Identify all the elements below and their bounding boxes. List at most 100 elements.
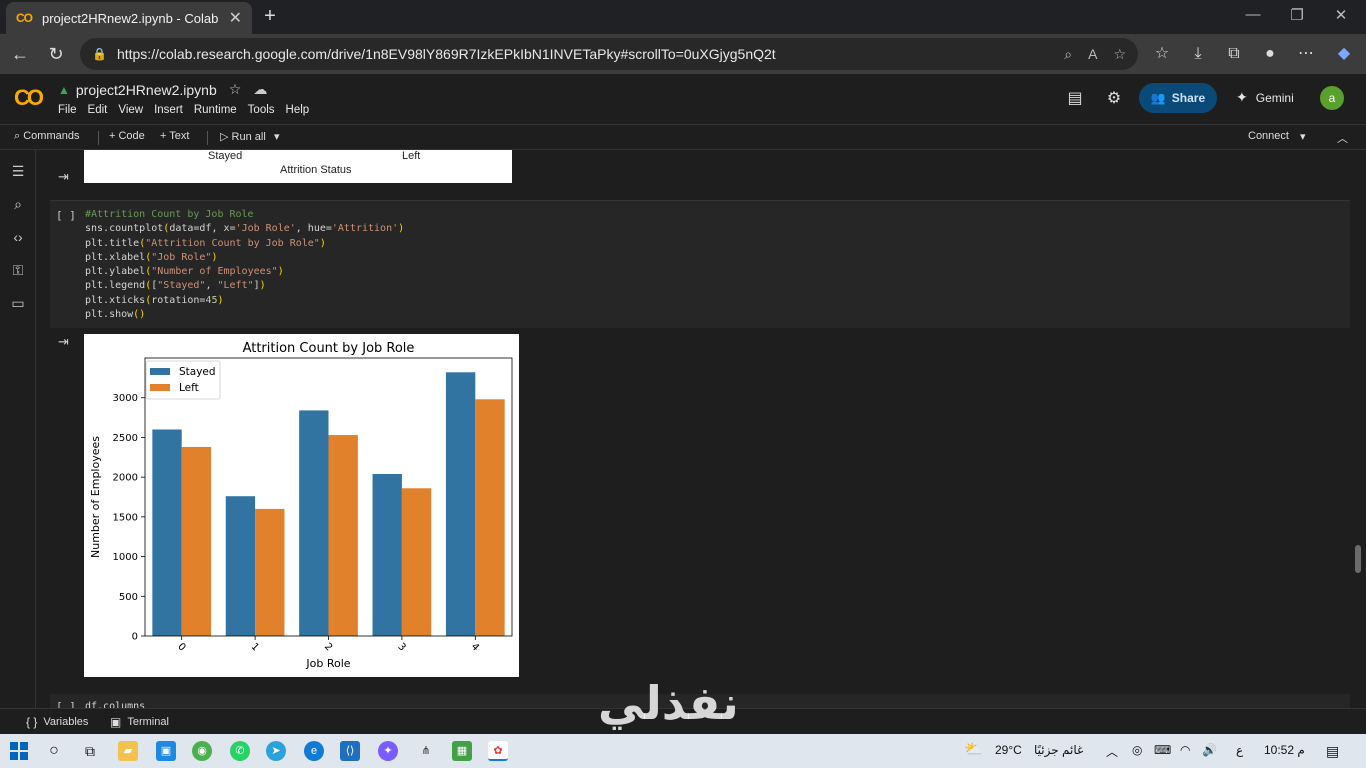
- code-snippets-icon[interactable]: ‹›: [9, 228, 27, 246]
- bar-left-0: [181, 446, 212, 636]
- vscode-icon[interactable]: ⟨⟩: [340, 741, 360, 761]
- close-window-icon[interactable]: ✕: [1326, 6, 1356, 24]
- connect-button[interactable]: Connect: [1248, 130, 1289, 142]
- menu-runtime[interactable]: Runtime: [194, 104, 237, 116]
- minimize-icon[interactable]: —: [1238, 6, 1268, 23]
- avatar[interactable]: a: [1320, 86, 1344, 110]
- prev-tick-stayed: Stayed: [208, 150, 243, 162]
- cloud-icon[interactable]: ☁: [253, 81, 267, 98]
- table-of-contents-icon[interactable]: ☰: [9, 162, 27, 180]
- new-tab-icon[interactable]: +: [258, 4, 282, 28]
- site-info-icon[interactable]: 🔒: [92, 47, 107, 61]
- secrets-key-icon[interactable]: ⚿: [9, 261, 27, 279]
- app-icon[interactable]: ▦: [452, 741, 472, 761]
- weather-text[interactable]: غائم جزئيًا: [1034, 743, 1083, 757]
- comments-icon[interactable]: ▤: [1064, 88, 1086, 110]
- favorites-icon[interactable]: ☆: [1150, 42, 1174, 66]
- notifications-icon[interactable]: ▤: [1326, 743, 1339, 760]
- back-icon[interactable]: ←: [8, 42, 32, 66]
- collapse-header-icon[interactable]: ︿: [1337, 130, 1348, 146]
- keyboard-icon[interactable]: ⌨: [1154, 743, 1171, 757]
- copilot-taskbar-icon[interactable]: ✦: [378, 741, 398, 761]
- volume-icon[interactable]: 🔊: [1202, 743, 1217, 757]
- menu-edit[interactable]: Edit: [88, 104, 108, 116]
- run-all-button[interactable]: ▷ Run all: [220, 130, 266, 143]
- favorite-star-icon[interactable]: ☆: [1113, 46, 1126, 63]
- run-cell-button[interactable]: [ ]: [56, 700, 76, 708]
- menu-tools[interactable]: Tools: [248, 104, 275, 116]
- x-tick-label: 2: [322, 641, 334, 653]
- tray-chevron-icon[interactable]: ︿: [1106, 743, 1118, 760]
- y-tick-label: 2500: [113, 433, 138, 444]
- read-aloud-icon[interactable]: A: [1088, 46, 1097, 62]
- code-cell[interactable]: [ ] #Attrition Count by Job Role sns.cou…: [50, 200, 1350, 328]
- input-language[interactable]: ع: [1236, 743, 1243, 757]
- share-button[interactable]: 👥 Share: [1139, 83, 1217, 113]
- colab-logo-icon[interactable]: CO: [14, 85, 44, 111]
- url-field[interactable]: 🔒 https://colab.research.google.com/driv…: [80, 38, 1138, 70]
- run-all-dropdown-icon[interactable]: ▾: [274, 130, 280, 143]
- browser-tab[interactable]: CO project2HRnew2.ipynb - Colab ✕: [6, 2, 252, 34]
- bar-stayed-1: [225, 496, 256, 636]
- task-view-icon[interactable]: ⧉: [80, 741, 100, 761]
- whatsapp-icon[interactable]: ✆: [230, 741, 250, 761]
- clock[interactable]: 10:52 م: [1264, 743, 1305, 757]
- network-app-icon[interactable]: ⋔: [416, 741, 436, 761]
- notebook-title[interactable]: project2HRnew2.ipynb: [76, 82, 217, 98]
- telegram-icon[interactable]: ➤: [266, 741, 286, 761]
- active-app-icon[interactable]: ✿: [488, 741, 508, 761]
- menu-view[interactable]: View: [118, 104, 143, 116]
- zoom-icon[interactable]: ⌕: [1064, 46, 1072, 63]
- search-icon[interactable]: ○: [44, 741, 64, 761]
- output-toggle-icon[interactable]: ⇥: [58, 169, 74, 184]
- close-tab-icon[interactable]: ✕: [229, 8, 242, 28]
- drive-icon: ▲: [58, 82, 70, 97]
- file-explorer-icon[interactable]: ▰: [118, 741, 138, 761]
- x-axis-label: Job Role: [305, 657, 350, 670]
- store-icon[interactable]: ▣: [156, 741, 176, 761]
- reload-icon[interactable]: ↻: [44, 42, 68, 66]
- variables-button[interactable]: { } Variables: [26, 715, 88, 729]
- edge-icon[interactable]: e: [304, 741, 324, 761]
- menu-insert[interactable]: Insert: [154, 104, 183, 116]
- url-text: https://colab.research.google.com/drive/…: [116, 46, 776, 62]
- settings-gear-icon[interactable]: ⚙: [1103, 88, 1125, 110]
- y-tick-label: 1500: [113, 512, 138, 523]
- restore-icon[interactable]: ❐: [1282, 6, 1312, 24]
- windows-start-icon[interactable]: [10, 742, 28, 760]
- add-text-button[interactable]: + Text: [160, 130, 189, 142]
- commands-button[interactable]: ⌕ Commands: [14, 130, 79, 143]
- menu-file[interactable]: File: [58, 104, 77, 116]
- add-code-button[interactable]: + Code: [109, 130, 145, 142]
- vertical-scrollbar-thumb[interactable]: [1355, 545, 1361, 573]
- wifi-icon[interactable]: ◠: [1180, 743, 1190, 757]
- legend-swatch-left: [150, 384, 170, 391]
- profile-icon[interactable]: ●: [1258, 42, 1282, 66]
- terminal-button[interactable]: ▣ Terminal: [110, 715, 169, 729]
- gemini-button[interactable]: ✦ Gemini: [1236, 89, 1294, 106]
- chrome-icon[interactable]: ◉: [192, 741, 212, 761]
- code-line: #Attrition Count by Job Role: [85, 209, 254, 220]
- copilot-icon[interactable]: ◆: [1332, 42, 1356, 66]
- bar-left-3: [401, 488, 432, 636]
- run-cell-button[interactable]: [ ]: [56, 209, 76, 222]
- files-folder-icon[interactable]: ▭: [9, 294, 27, 312]
- code-editor[interactable]: #Attrition Count by Job Role sns.countpl…: [85, 208, 404, 322]
- y-tick-label: 3000: [113, 393, 138, 404]
- find-replace-icon[interactable]: ⌕: [9, 195, 27, 213]
- output-toggle-icon[interactable]: ⇥: [58, 334, 74, 349]
- y-tick-label: 2000: [113, 473, 138, 484]
- weather-temp[interactable]: 29°C: [995, 743, 1022, 757]
- connect-dropdown-icon[interactable]: ▾: [1300, 130, 1306, 143]
- downloads-icon[interactable]: ⤓: [1186, 42, 1210, 66]
- prev-xlabel: Attrition Status: [280, 164, 352, 176]
- menu-help[interactable]: Help: [286, 104, 310, 116]
- more-icon[interactable]: ⋯: [1294, 42, 1318, 66]
- terminal-label: Terminal: [127, 716, 169, 728]
- screenshot-icon[interactable]: ⧉: [1222, 42, 1246, 66]
- tray-app-icon[interactable]: ◎: [1132, 743, 1142, 757]
- y-tick-label: 500: [119, 592, 138, 603]
- code-line[interactable]: df.columns: [85, 700, 145, 708]
- star-icon[interactable]: ☆: [229, 81, 242, 98]
- weather-icon[interactable]: ⛅: [964, 740, 983, 758]
